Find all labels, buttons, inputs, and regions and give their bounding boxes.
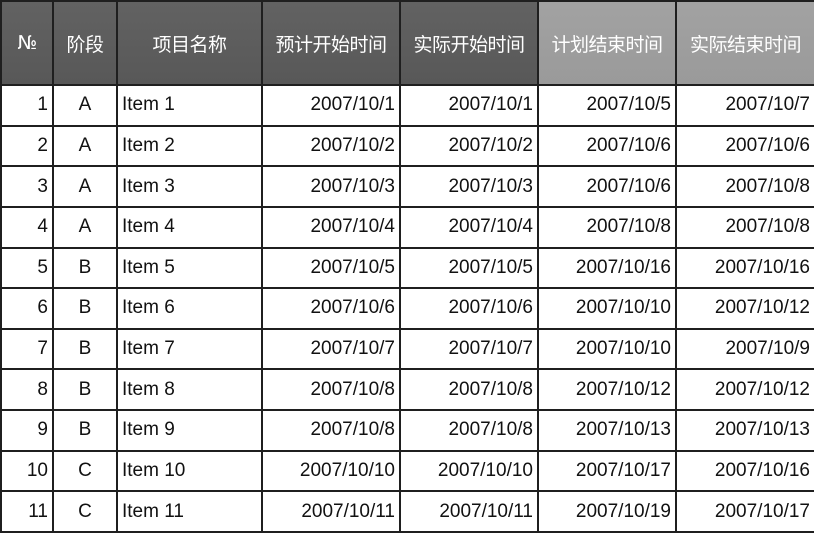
schedule-table: № 阶段 项目名称 预计开始时间 实际开始时间 计划结束时间 实际结束时间 1 A Item 1… xyxy=(0,0,814,533)
cell-actual-start[interactable]: 2007/10/7 xyxy=(399,327,539,371)
cell-stage[interactable]: C xyxy=(52,490,118,533)
cell-no[interactable]: 9 xyxy=(0,409,54,452)
cell-actual-start[interactable]: 2007/10/8 xyxy=(399,409,539,452)
cell-no[interactable]: 11 xyxy=(0,490,54,533)
table-row: 9 B Item 9 2007/10/8 2007/10/8 2007/10/13 2007… xyxy=(0,409,814,452)
cell-item-name[interactable]: Item 6 xyxy=(116,287,263,330)
cell-no[interactable]: 6 xyxy=(0,287,54,330)
cell-actual-end[interactable]: 2007/10/8 xyxy=(675,165,814,208)
cell-actual-start[interactable]: 2007/10/1 xyxy=(399,84,539,127)
cell-no[interactable]: 1 xyxy=(0,84,54,127)
cell-actual-start[interactable]: 2007/10/8 xyxy=(399,368,539,411)
header-planned-end: 计划结束时间 xyxy=(537,0,677,86)
cell-actual-end[interactable]: 2007/10/16 xyxy=(675,449,814,493)
cell-item-name[interactable]: Item 11 xyxy=(116,490,263,533)
table-row: 1 A Item 1 2007/10/1 2007/10/1 2007/10/5 2007/… xyxy=(0,84,814,127)
cell-actual-end[interactable]: 2007/10/12 xyxy=(675,287,814,330)
cell-planned-end[interactable]: 2007/10/19 xyxy=(537,490,677,533)
cell-actual-end[interactable]: 2007/10/9 xyxy=(675,327,814,371)
header-actual-end: 实际结束时间 xyxy=(675,0,814,86)
cell-stage[interactable]: B xyxy=(52,409,118,452)
cell-stage[interactable]: A xyxy=(52,84,118,127)
cell-actual-end[interactable]: 2007/10/7 xyxy=(675,84,814,127)
table-row: 2 A Item 2 2007/10/2 2007/10/2 2007/10/6 2007/… xyxy=(0,124,814,168)
table-row: 3 A Item 3 2007/10/3 2007/10/3 2007/10/6 2007/… xyxy=(0,165,814,208)
cell-planned-start[interactable]: 2007/10/7 xyxy=(261,327,401,371)
cell-actual-start[interactable]: 2007/10/5 xyxy=(399,246,539,290)
cell-planned-start[interactable]: 2007/10/11 xyxy=(261,490,401,533)
table-row: 5 B Item 5 2007/10/5 2007/10/5 2007/10/16 2007… xyxy=(0,246,814,290)
table-body: 1 A Item 1 2007/10/1 2007/10/1 2007/10/5 2007/… xyxy=(0,84,814,533)
cell-planned-end[interactable]: 2007/10/8 xyxy=(537,205,677,249)
cell-planned-end[interactable]: 2007/10/6 xyxy=(537,124,677,168)
header-item-name: 项目名称 xyxy=(116,0,263,86)
cell-planned-end[interactable]: 2007/10/6 xyxy=(537,165,677,208)
cell-stage[interactable]: B xyxy=(52,287,118,330)
cell-actual-end[interactable]: 2007/10/8 xyxy=(675,205,814,249)
cell-item-name[interactable]: Item 2 xyxy=(116,124,263,168)
cell-actual-start[interactable]: 2007/10/4 xyxy=(399,205,539,249)
cell-item-name[interactable]: Item 5 xyxy=(116,246,263,290)
cell-no[interactable]: 7 xyxy=(0,327,54,371)
cell-planned-start[interactable]: 2007/10/3 xyxy=(261,165,401,208)
table-row: 6 B Item 6 2007/10/6 2007/10/6 2007/10/10 2007… xyxy=(0,287,814,330)
header-actual-start: 实际开始时间 xyxy=(399,0,539,86)
cell-planned-start[interactable]: 2007/10/5 xyxy=(261,246,401,290)
cell-stage[interactable]: A xyxy=(52,165,118,208)
header-row: № 阶段 项目名称 预计开始时间 实际开始时间 计划结束时间 实际结束时间 xyxy=(0,0,814,86)
cell-actual-start[interactable]: 2007/10/11 xyxy=(399,490,539,533)
cell-planned-end[interactable]: 2007/10/10 xyxy=(537,287,677,330)
cell-actual-end[interactable]: 2007/10/6 xyxy=(675,124,814,168)
cell-stage[interactable]: B xyxy=(52,327,118,371)
table-row: 8 B Item 8 2007/10/8 2007/10/8 2007/10/12 2007… xyxy=(0,368,814,411)
cell-item-name[interactable]: Item 4 xyxy=(116,205,263,249)
cell-stage[interactable]: C xyxy=(52,449,118,493)
header-planned-start: 预计开始时间 xyxy=(261,0,401,86)
cell-stage[interactable]: A xyxy=(52,205,118,249)
cell-no[interactable]: 10 xyxy=(0,449,54,493)
cell-item-name[interactable]: Item 8 xyxy=(116,368,263,411)
cell-planned-start[interactable]: 2007/10/2 xyxy=(261,124,401,168)
cell-planned-end[interactable]: 2007/10/16 xyxy=(537,246,677,290)
cell-item-name[interactable]: Item 3 xyxy=(116,165,263,208)
cell-planned-start[interactable]: 2007/10/4 xyxy=(261,205,401,249)
header-no: № xyxy=(0,0,54,86)
table-row: 4 A Item 4 2007/10/4 2007/10/4 2007/10/8 2007/… xyxy=(0,205,814,249)
cell-actual-end[interactable]: 2007/10/12 xyxy=(675,368,814,411)
cell-actual-end[interactable]: 2007/10/16 xyxy=(675,246,814,290)
cell-no[interactable]: 5 xyxy=(0,246,54,290)
cell-item-name[interactable]: Item 1 xyxy=(116,84,263,127)
cell-no[interactable]: 2 xyxy=(0,124,54,168)
cell-planned-end[interactable]: 2007/10/10 xyxy=(537,327,677,371)
cell-item-name[interactable]: Item 9 xyxy=(116,409,263,452)
cell-no[interactable]: 8 xyxy=(0,368,54,411)
cell-stage[interactable]: A xyxy=(52,124,118,168)
cell-actual-end[interactable]: 2007/10/13 xyxy=(675,409,814,452)
cell-actual-end[interactable]: 2007/10/17 xyxy=(675,490,814,533)
header-stage: 阶段 xyxy=(52,0,118,86)
cell-actual-start[interactable]: 2007/10/2 xyxy=(399,124,539,168)
cell-stage[interactable]: B xyxy=(52,368,118,411)
table-row: 7 B Item 7 2007/10/7 2007/10/7 2007/10/10 2007… xyxy=(0,327,814,371)
cell-actual-start[interactable]: 2007/10/10 xyxy=(399,449,539,493)
table-row: 11 C Item 11 2007/10/11 2007/10/11 2007/10/19… xyxy=(0,490,814,533)
cell-item-name[interactable]: Item 7 xyxy=(116,327,263,371)
cell-actual-start[interactable]: 2007/10/6 xyxy=(399,287,539,330)
cell-planned-start[interactable]: 2007/10/8 xyxy=(261,409,401,452)
table-header: № 阶段 项目名称 预计开始时间 实际开始时间 计划结束时间 实际结束时间 xyxy=(0,0,814,86)
cell-item-name[interactable]: Item 10 xyxy=(116,449,263,493)
cell-planned-end[interactable]: 2007/10/17 xyxy=(537,449,677,493)
cell-planned-start[interactable]: 2007/10/8 xyxy=(261,368,401,411)
cell-planned-end[interactable]: 2007/10/13 xyxy=(537,409,677,452)
cell-planned-start[interactable]: 2007/10/6 xyxy=(261,287,401,330)
cell-actual-start[interactable]: 2007/10/3 xyxy=(399,165,539,208)
cell-planned-end[interactable]: 2007/10/5 xyxy=(537,84,677,127)
cell-planned-start[interactable]: 2007/10/1 xyxy=(261,84,401,127)
cell-no[interactable]: 4 xyxy=(0,205,54,249)
table-row: 10 C Item 10 2007/10/10 2007/10/10 2007/10/17… xyxy=(0,449,814,493)
cell-stage[interactable]: B xyxy=(52,246,118,290)
cell-planned-start[interactable]: 2007/10/10 xyxy=(261,449,401,493)
cell-no[interactable]: 3 xyxy=(0,165,54,208)
cell-planned-end[interactable]: 2007/10/12 xyxy=(537,368,677,411)
